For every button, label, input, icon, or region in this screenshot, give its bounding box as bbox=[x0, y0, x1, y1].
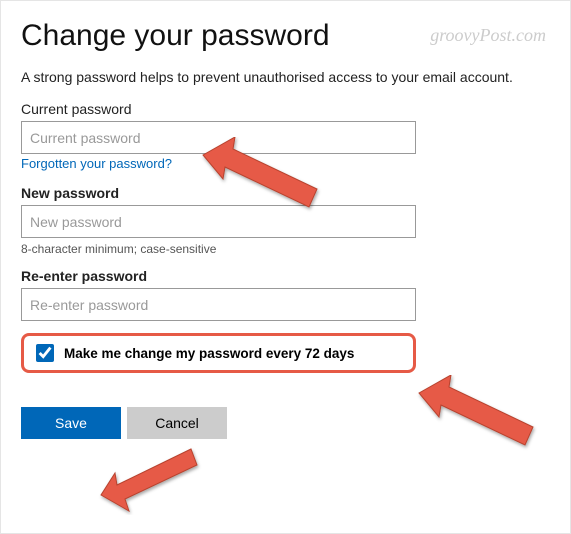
cancel-button[interactable]: Cancel bbox=[127, 407, 227, 439]
watermark: groovyPost.com bbox=[430, 25, 546, 46]
label-current-password: Current password bbox=[21, 101, 550, 117]
expire-label: Make me change my password every 72 days bbox=[64, 346, 354, 361]
group-new-password: New password 8-character minimum; case-s… bbox=[21, 185, 550, 256]
new-password-input[interactable] bbox=[21, 205, 416, 238]
label-reenter-password: Re-enter password bbox=[21, 268, 550, 284]
subtitle: A strong password helps to prevent unaut… bbox=[21, 69, 550, 85]
reenter-password-input[interactable] bbox=[21, 288, 416, 321]
label-new-password: New password bbox=[21, 185, 550, 201]
forgot-password-link[interactable]: Forgotten your password? bbox=[21, 156, 172, 171]
password-expiry-option-highlight: Make me change my password every 72 days bbox=[21, 333, 416, 373]
annotation-arrow-3 bbox=[93, 445, 203, 515]
button-row: Save Cancel bbox=[21, 407, 550, 439]
group-reenter-password: Re-enter password bbox=[21, 268, 550, 321]
save-button[interactable]: Save bbox=[21, 407, 121, 439]
expire-checkbox[interactable] bbox=[36, 344, 54, 362]
current-password-input[interactable] bbox=[21, 121, 416, 154]
password-requirements: 8-character minimum; case-sensitive bbox=[21, 242, 550, 256]
group-current-password: Current password Forgotten your password… bbox=[21, 101, 550, 173]
